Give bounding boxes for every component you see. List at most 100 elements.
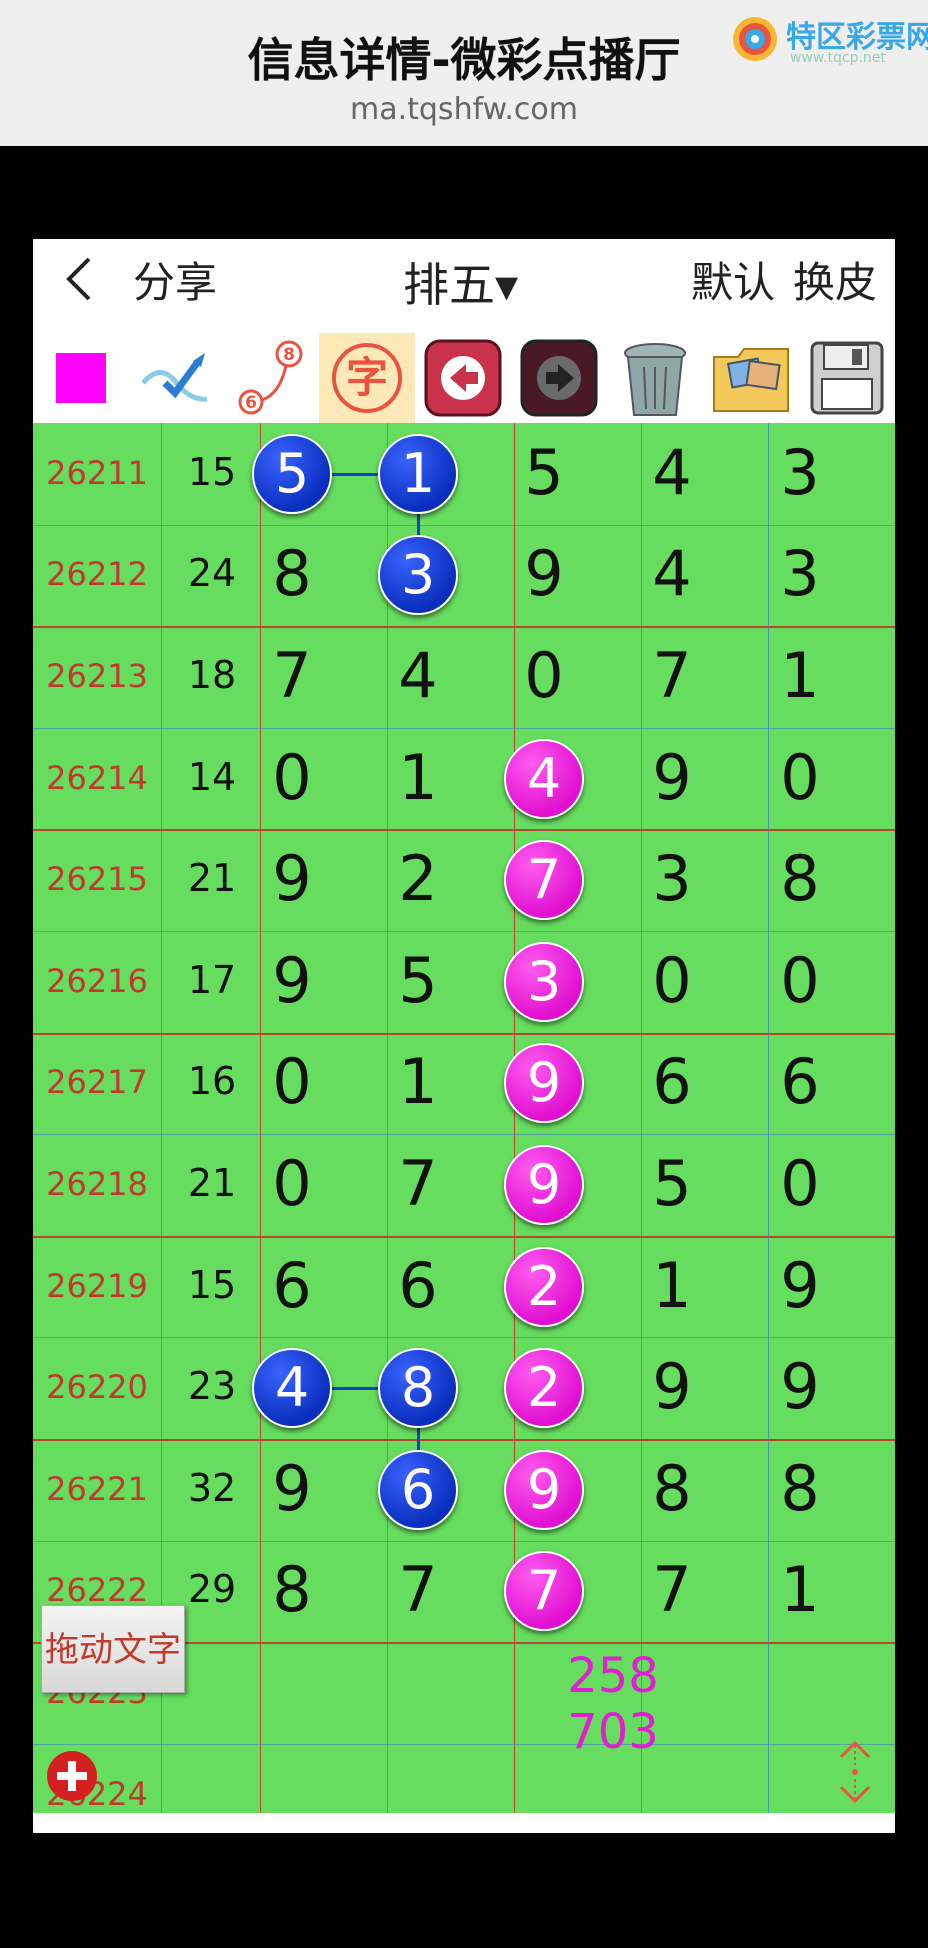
digit-cell[interactable]: 6	[355, 1249, 481, 1322]
highlighted-digit-ball[interactable]: 3	[378, 535, 458, 616]
text-tool-button[interactable]: 字	[319, 333, 415, 423]
digit-cell[interactable]: 3	[737, 537, 863, 610]
digit-cell[interactable]: 0	[609, 944, 735, 1017]
digit-cell[interactable]: 5	[609, 1147, 735, 1220]
brand-url: www.tqcp.net	[790, 50, 886, 66]
color-swatch	[56, 353, 106, 403]
highlighted-digit-ball[interactable]: 1	[378, 433, 458, 514]
pen-tool-button[interactable]	[127, 333, 223, 423]
digit-cell[interactable]: 8	[229, 537, 355, 610]
highlighted-digit-ball[interactable]: 8	[378, 1348, 458, 1429]
grid-row-divider	[33, 1744, 895, 1745]
digit-cell[interactable]: 9	[229, 842, 355, 915]
share-button[interactable]: 分享	[133, 249, 217, 310]
highlighted-digit-ball[interactable]: 4	[252, 1348, 332, 1429]
connect-dots-icon: 8 6	[238, 340, 303, 415]
digit-cell[interactable]: 8	[737, 842, 863, 915]
digit-cell[interactable]: 9	[609, 741, 735, 814]
open-image-button[interactable]	[703, 333, 799, 423]
digit-cell[interactable]: 5	[481, 436, 607, 509]
digit-cell[interactable]: 6	[609, 1045, 735, 1118]
digit-cell[interactable]: 1	[737, 1553, 863, 1626]
redo-button[interactable]	[511, 333, 607, 423]
connect-tool-button[interactable]: 8 6	[223, 333, 319, 423]
digit-cell[interactable]: 7	[355, 1147, 481, 1220]
digit-cell[interactable]: 0	[229, 1045, 355, 1118]
digit-cell[interactable]: 1	[355, 741, 481, 814]
highlighted-digit-ball[interactable]: 5	[252, 433, 332, 514]
digit-cell[interactable]: 7	[609, 1553, 735, 1626]
badge-top: 8	[283, 345, 295, 365]
digit-cell[interactable]: 7	[355, 1553, 481, 1626]
digit-cell[interactable]: 8	[229, 1553, 355, 1626]
issue-number: 26215	[46, 860, 148, 899]
digit-cell[interactable]: 1	[355, 1045, 481, 1118]
digit-cell[interactable]: 2	[355, 842, 481, 915]
grid-row-divider	[33, 525, 895, 526]
add-icon[interactable]	[45, 1749, 99, 1803]
game-selector[interactable]: 排五▾	[403, 249, 518, 315]
chevron-left-icon[interactable]	[51, 249, 111, 309]
digit-cell[interactable]: 6	[229, 1249, 355, 1322]
highlighted-digit-ball[interactable]: 9	[504, 1043, 584, 1124]
highlighted-digit-ball[interactable]: 7	[504, 840, 584, 921]
digit-cell[interactable]: 3	[737, 436, 863, 509]
digit-cell[interactable]: 5	[355, 944, 481, 1017]
digit-cell[interactable]: 0	[229, 1147, 355, 1220]
swirl-logo-icon	[733, 17, 777, 61]
brand-logo: 特区彩票网 www.tqcp.net	[726, 10, 928, 70]
highlighted-digit-ball[interactable]: 9	[504, 1449, 584, 1530]
grid-row-divider	[33, 1541, 895, 1542]
digit-cell[interactable]: 1	[737, 639, 863, 712]
grid-row-divider	[33, 829, 895, 831]
issue-number: 26221	[46, 1469, 148, 1508]
sum-value: 23	[187, 1364, 237, 1409]
digit-cell[interactable]: 9	[737, 1249, 863, 1322]
highlighted-digit-ball[interactable]: 2	[504, 1246, 584, 1327]
digit-cell[interactable]: 4	[355, 639, 481, 712]
highlighted-digit-ball[interactable]: 4	[504, 738, 584, 819]
digit-cell[interactable]: 0	[481, 639, 607, 712]
digit-cell[interactable]: 9	[481, 537, 607, 610]
highlighted-digit-ball[interactable]: 2	[504, 1348, 584, 1429]
prediction-text[interactable]: 258 703	[553, 1648, 673, 1760]
digit-cell[interactable]: 8	[609, 1452, 735, 1525]
digit-cell[interactable]: 8	[737, 1452, 863, 1525]
default-button[interactable]: 默认	[691, 249, 775, 310]
sum-value: 15	[187, 449, 237, 494]
issue-number: 26213	[46, 657, 148, 695]
highlighted-digit-ball[interactable]: 3	[504, 941, 584, 1022]
highlighted-digit-ball[interactable]: 7	[504, 1551, 584, 1632]
issue-number: 26218	[46, 1165, 148, 1203]
digit-cell[interactable]: 0	[737, 741, 863, 814]
digit-cell[interactable]: 7	[229, 639, 355, 712]
digit-cell[interactable]: 9	[609, 1350, 735, 1423]
issue-number: 26216	[46, 961, 148, 1000]
grid-row-divider	[33, 626, 895, 628]
clear-button[interactable]	[607, 333, 703, 423]
issue-number: 26211	[46, 453, 148, 492]
digit-cell[interactable]: 6	[737, 1045, 863, 1118]
digit-cell[interactable]: 4	[609, 436, 735, 509]
pen-check-icon	[141, 353, 208, 402]
color-picker-button[interactable]	[33, 333, 129, 423]
digit-cell[interactable]: 9	[229, 944, 355, 1017]
change-skin-button[interactable]: 换皮	[793, 249, 877, 310]
issue-number: 26212	[46, 555, 148, 594]
undo-button[interactable]	[415, 333, 511, 423]
digit-cell[interactable]: 3	[609, 842, 735, 915]
grid-row-divider	[33, 1236, 895, 1238]
digit-cell[interactable]: 9	[737, 1350, 863, 1423]
drag-text-button[interactable]: 拖动文字	[41, 1605, 185, 1693]
expand-vertical-icon[interactable]	[833, 1739, 877, 1805]
digit-cell[interactable]: 0	[229, 741, 355, 814]
highlighted-digit-ball[interactable]: 6	[378, 1449, 458, 1530]
digit-cell[interactable]: 0	[737, 944, 863, 1017]
digit-cell[interactable]: 7	[609, 639, 735, 712]
digit-cell[interactable]: 0	[737, 1147, 863, 1220]
highlighted-digit-ball[interactable]: 9	[504, 1145, 584, 1225]
digit-cell[interactable]: 4	[609, 537, 735, 610]
save-button[interactable]	[799, 333, 895, 423]
digit-cell[interactable]: 9	[229, 1452, 355, 1525]
digit-cell[interactable]: 1	[609, 1249, 735, 1322]
